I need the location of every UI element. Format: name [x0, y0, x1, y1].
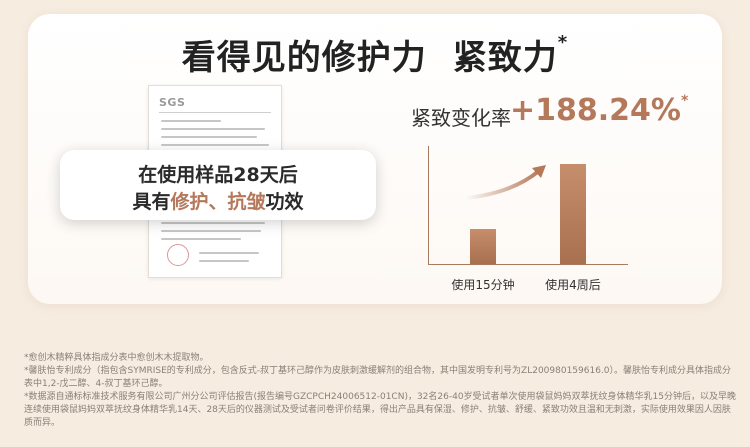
doc-text-line: [161, 238, 241, 240]
footnotes: *愈创木精粹具体指成分表中愈创木木提取物。 *馨肤怡专利成分（指包含SYMRIS…: [24, 352, 736, 430]
doc-text-line: [199, 252, 259, 254]
trend-arrow-icon: [464, 165, 546, 200]
title-footnote-mark: *: [557, 32, 569, 53]
callout-separator: 、: [208, 191, 228, 213]
doc-text-line: [161, 120, 221, 122]
firmness-bar-chart: 使用15分钟 使用4周后: [418, 138, 628, 292]
footnote-2: *馨肤怡专利成分（指包含SYMRISE的专利成分，包含反式-叔丁基环己醇作为皮肤…: [24, 366, 732, 389]
callout-suffix: 功效: [265, 191, 304, 213]
metric-number: +188.24%: [510, 93, 681, 128]
chart-x-label-2: 使用4周后: [545, 278, 601, 292]
chart-bar-1: [470, 229, 496, 264]
metric-value: +188.24%*: [510, 93, 688, 128]
sgs-logo: SGS: [159, 96, 186, 109]
doc-text-line: [199, 260, 249, 262]
doc-text-line: [161, 144, 269, 146]
metric-label: 紧致变化率: [411, 106, 511, 130]
chart-bar-2: [560, 164, 586, 264]
result-callout: 在使用样品28天后 具有修护、抗皱功效: [60, 150, 376, 220]
doc-text-line: [161, 222, 265, 224]
footnote-3: *数据源自通标标准技术服务有限公司广州分公司评估报告(报告编号GZCPCH240…: [24, 392, 737, 428]
title-part1: 看得见的修护力: [181, 38, 427, 78]
callout-line2: 具有修护、抗皱功效: [60, 187, 376, 214]
callout-prefix: 具有: [132, 191, 171, 213]
footnote-1: *愈创木精粹具体指成分表中愈创木木提取物。: [24, 353, 209, 363]
callout-accent-antiwrinkle: 抗皱: [227, 191, 266, 213]
red-seal-stamp: [167, 244, 189, 266]
page-title: 看得见的修护力 紧致力*: [0, 30, 750, 79]
callout-accent-repair: 修护: [170, 191, 209, 213]
callout-line1: 在使用样品28天后: [138, 164, 298, 186]
doc-text-line: [161, 230, 261, 232]
doc-text-line: [161, 136, 257, 138]
doc-divider: [159, 112, 271, 113]
title-part2: 紧致力: [452, 38, 558, 78]
metric-footnote-mark: *: [680, 93, 689, 109]
chart-x-label-1: 使用15分钟: [451, 278, 515, 292]
doc-text-line: [161, 128, 265, 130]
